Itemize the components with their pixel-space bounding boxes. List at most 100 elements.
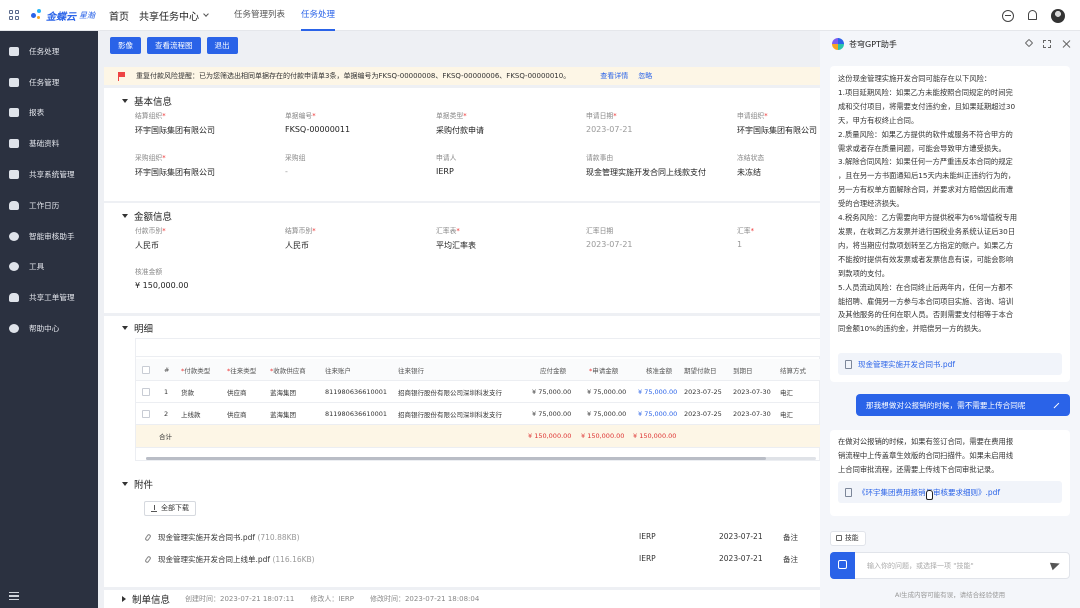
collapse-menu-icon[interactable] — [9, 592, 19, 600]
settings-list-icon — [9, 170, 19, 180]
field-purchase-group: 采购组 - — [285, 152, 430, 176]
tab-task-process[interactable]: 任务处理 — [293, 0, 343, 31]
attachment-row[interactable]: 现金管理实施开发合同上线单.pdf (116.16KB) IERP 2023-0… — [144, 554, 820, 568]
send-icon[interactable] — [1049, 559, 1062, 571]
exit-button[interactable]: 退出 — [206, 36, 238, 54]
label-text: 汇率 — [737, 227, 751, 235]
amount-info-toggle[interactable]: 金额信息 — [122, 209, 172, 223]
table-header: # *付款类型 *往来类型 *收款供应商 往来账户 往来银行 应付金额 *申请金… — [136, 359, 821, 381]
sidebar: 任务处理 任务管理 报表 基础资料 共享系统管理 工作日历 智能审核助手 工具 … — [0, 31, 98, 608]
message-line: 4.税务风险：乙方需要向甲方提供税率为6%增值税专用 — [838, 213, 1018, 223]
row-checkbox[interactable] — [142, 387, 150, 396]
bell-icon[interactable] — [1028, 10, 1037, 20]
help-icon — [9, 324, 19, 334]
field-label: 单据编号* — [285, 110, 430, 120]
field-value: 人民币 — [135, 241, 159, 250]
file-chip-name: 现金管理实施开发合同书.pdf — [858, 359, 956, 369]
logo-text: 金蝶云 — [46, 11, 76, 23]
sidebar-item-report[interactable]: 报表 — [0, 98, 98, 129]
task-manage-icon — [9, 77, 19, 87]
row-checkbox[interactable] — [142, 409, 150, 418]
required-mark: * — [312, 227, 316, 235]
message-line: 1.项目延期风险：如果乙方未能按照合同规定的时间完 — [838, 87, 1013, 97]
sidebar-item-help[interactable]: 帮助中心 — [0, 313, 98, 344]
attachments-toggle[interactable]: 附件 — [122, 477, 153, 491]
mouse-cursor-icon — [926, 490, 933, 500]
sidebar-item-work-calendar[interactable]: 工作日历 — [0, 190, 98, 221]
avatar[interactable] — [1051, 8, 1065, 23]
nav-home[interactable]: 首页 — [109, 8, 129, 23]
cell-payable: ¥ 75,000.00 — [532, 409, 572, 418]
label-text: 申请组织 — [737, 112, 765, 120]
file-chip[interactable]: 现金管理实施开发合同书.pdf — [838, 353, 1062, 375]
skills-button[interactable]: 技能 — [830, 531, 866, 546]
field-apply-date: 申请日期* 2023-07-21 — [586, 110, 731, 134]
section-title: 基本信息 — [134, 97, 173, 108]
scrollbar-thumb[interactable] — [146, 457, 766, 460]
field-label: 申请组织* — [737, 110, 820, 120]
image-button[interactable]: 影像 — [110, 36, 141, 54]
tab-task-list[interactable]: 任务管理列表 — [226, 0, 293, 31]
edit-icon[interactable] — [1053, 402, 1060, 409]
sidebar-item-task-process[interactable]: 任务处理 — [0, 36, 98, 67]
paperclip-icon — [144, 533, 152, 542]
attachment-row[interactable]: 现金管理实施开发合同书.pdf (710.88KB) IERP 2023-07-… — [144, 532, 820, 546]
cell-pay-type: 货款 — [181, 388, 194, 397]
nav-center-dropdown[interactable]: 共享任务中心 — [139, 8, 209, 23]
cell-account: 811980636610001 — [325, 387, 388, 396]
table-row[interactable]: 2 上线款 供应商 蓝海集团 811980636610001 招商银行股份有限公… — [136, 403, 821, 425]
field-label: 汇率表* — [436, 225, 581, 235]
required-mark: * — [162, 154, 166, 162]
minus-circle-icon[interactable] — [1002, 9, 1014, 22]
cell-apply-amount: ¥ 75,000.00 — [587, 409, 627, 418]
logo: 金蝶云 星瀚 — [31, 8, 95, 23]
expand-icon[interactable] — [1043, 40, 1051, 48]
field-label: 汇率* — [737, 225, 820, 235]
table-row[interactable]: 1 货款 供应商 蓝海集团 811980636610001 招商银行股份有限公司… — [136, 381, 821, 403]
col-approved-amount: 核准金额 — [646, 366, 672, 375]
detail-toggle[interactable]: 明细 — [122, 321, 153, 335]
assistant-message-text: 这份现金管理实施开发合同可能存在以下风险： 1.项目延期风险：如果乙方未能按照合… — [838, 72, 1060, 336]
ignore-link[interactable]: 忽略 — [638, 71, 652, 81]
field-approved-amount: 核准金额 ¥ 150,000.00 — [135, 266, 280, 290]
field-label: 核准金额 — [135, 268, 163, 276]
sidebar-item-shared-system[interactable]: 共享系统管理 — [0, 159, 98, 190]
file-chip[interactable]: 《环宇集团费用报销与审核要求细则》.pdf — [838, 481, 1062, 503]
sidebar-item-label: 基础资料 — [29, 139, 60, 149]
table-horizontal-scrollbar[interactable] — [146, 457, 816, 460]
required-mark: * — [750, 227, 754, 235]
view-detail-link[interactable]: 查看详情 — [600, 71, 628, 81]
panel-header-tools — [1015, 38, 1070, 48]
app-grid-icon[interactable] — [9, 10, 19, 20]
sidebar-item-basic-data[interactable]: 基础资料 — [0, 128, 98, 159]
sidebar-item-label: 帮助中心 — [29, 324, 60, 334]
sidebar-item-work-order[interactable]: 共享工单管理 — [0, 282, 98, 313]
message-line: 5.人员流动风险：在合同终止后两年内，任何一方都不 — [838, 282, 1013, 292]
pin-icon[interactable] — [1024, 38, 1034, 48]
select-all-checkbox[interactable] — [142, 365, 150, 374]
view-flow-button[interactable]: 查看流程图 — [147, 36, 201, 54]
attach-button[interactable] — [830, 552, 855, 579]
file-size: (710.88KB) — [257, 533, 300, 542]
download-all-button[interactable]: 全部下载 — [144, 501, 196, 516]
field-label: 汇率日期 — [586, 227, 614, 235]
chat-input[interactable] — [867, 553, 1037, 578]
creator-info-toggle[interactable]: 制单信息 — [122, 592, 170, 606]
sidebar-item-smart-audit[interactable]: 智能审核助手 — [0, 221, 98, 252]
required-mark: * — [162, 112, 166, 120]
cell-expect-date: 2023-07-25 — [684, 387, 722, 396]
sidebar-item-tools[interactable]: 工具 — [0, 252, 98, 283]
sidebar-item-label: 共享工单管理 — [29, 293, 75, 303]
required-mark: * — [312, 112, 316, 120]
basic-info-toggle[interactable]: 基本信息 — [122, 94, 172, 108]
attachment-name[interactable]: 现金管理实施开发合同书.pdf (710.88KB) — [158, 532, 300, 543]
message-line: 销流程中上传盖章生效版的合同扫描件。如果未启用线 — [838, 450, 1014, 460]
sidebar-item-task-manage[interactable]: 任务管理 — [0, 67, 98, 98]
field-value: ¥ 150,000.00 — [135, 281, 189, 290]
close-icon[interactable] — [1062, 40, 1070, 48]
cell-index: 1 — [164, 387, 169, 396]
attachment-name[interactable]: 现金管理实施开发合同上线单.pdf (116.16KB) — [158, 554, 315, 565]
field-value: 环宇国际集团有限公司 — [135, 168, 215, 177]
label-text: 结算组织 — [135, 112, 163, 120]
field-rate: 汇率* 1 — [737, 225, 820, 249]
